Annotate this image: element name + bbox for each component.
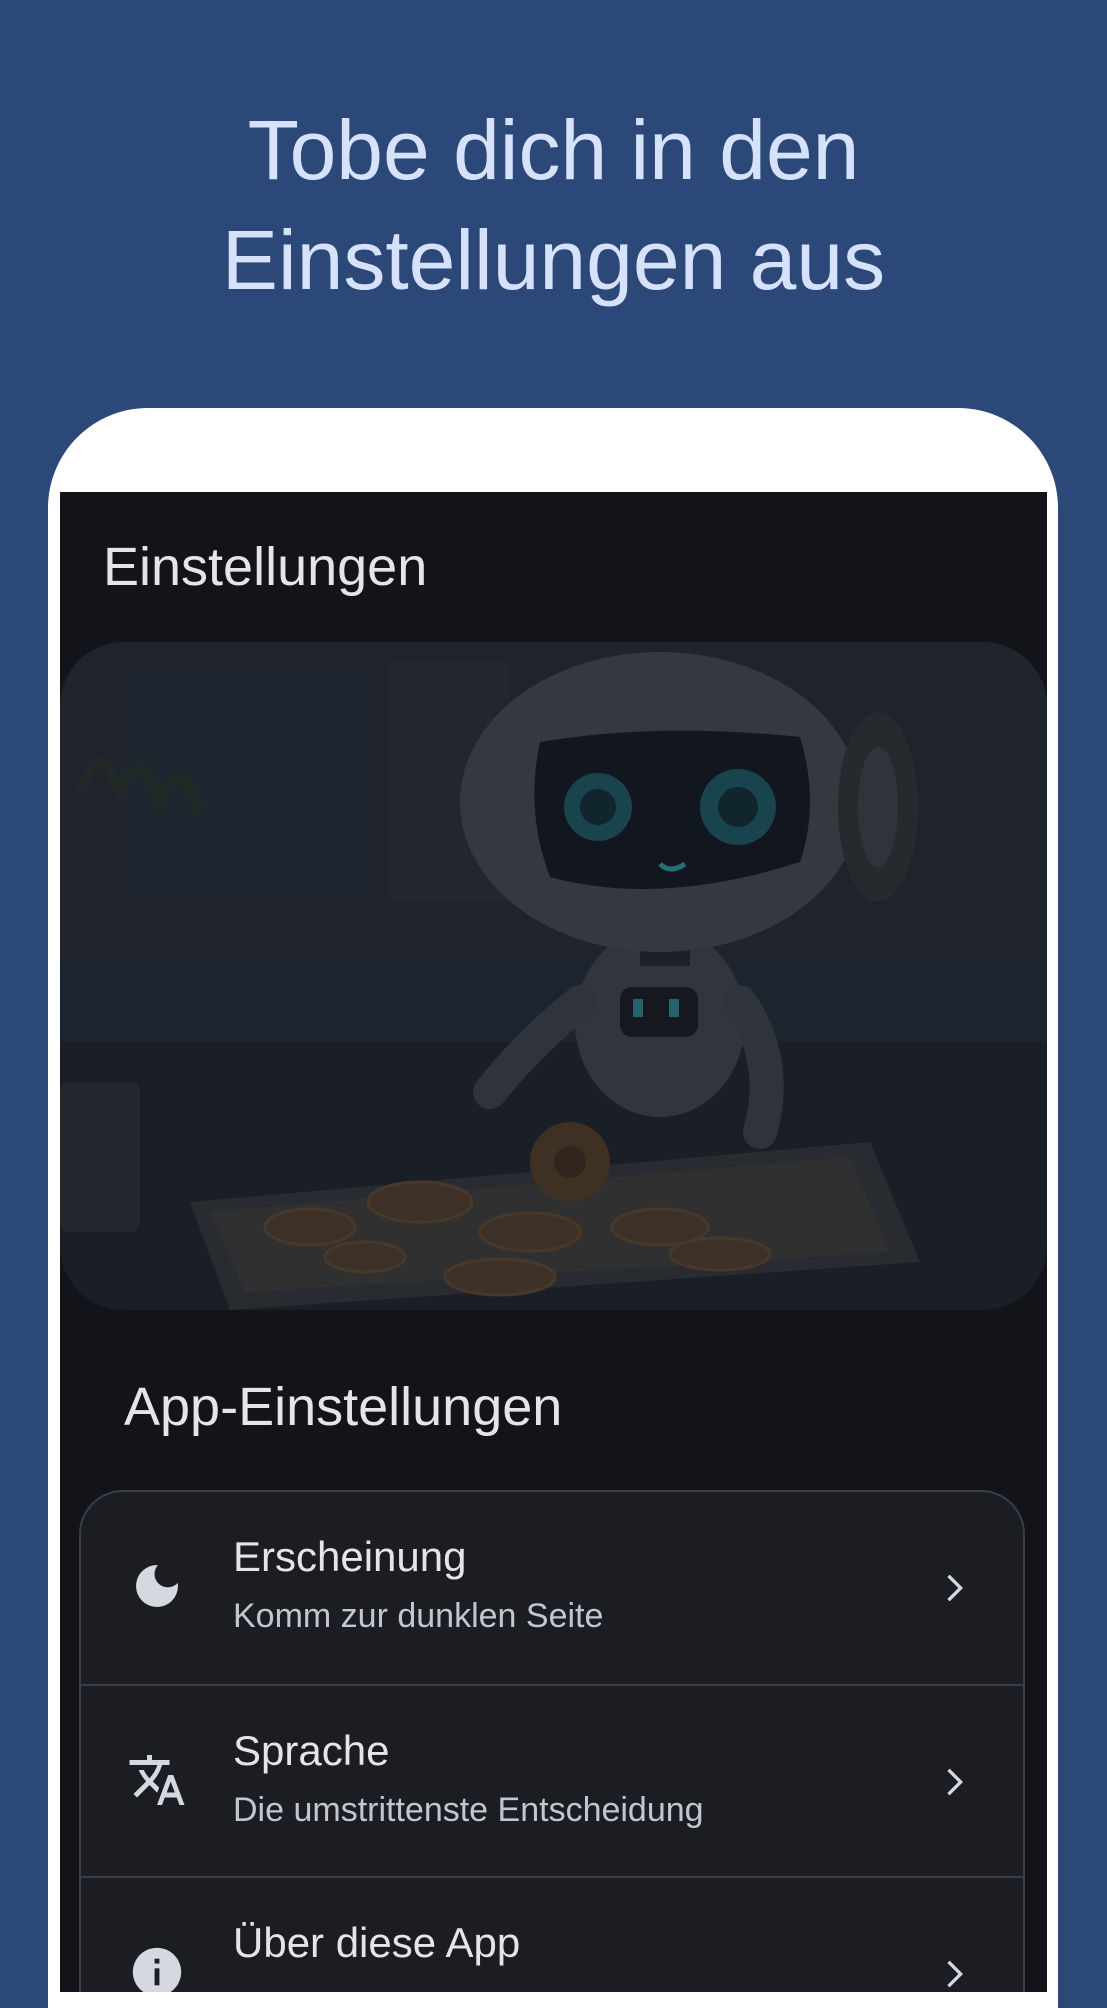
chevron-right-icon xyxy=(947,1960,963,1988)
setting-label: Über diese App xyxy=(233,1919,521,1966)
headline-line-2: Einstellungen aus xyxy=(221,213,886,307)
robot-illustration xyxy=(60,642,1047,1310)
chevron-right-icon xyxy=(947,1574,963,1602)
screen-title: Einstellungen xyxy=(103,537,428,597)
moon-icon xyxy=(127,1556,187,1616)
setting-label: Erscheinung xyxy=(233,1533,467,1580)
chevron-right-icon xyxy=(947,1768,963,1796)
settings-screen: Einstellungen App-Einstellungen Erschein… xyxy=(60,492,1047,1992)
setting-subtitle: Komm zur dunklen Seite xyxy=(233,1597,604,1635)
translate-icon xyxy=(127,1750,187,1810)
promo-headline: Tobe dich in den Einstellungen aus xyxy=(0,95,1107,315)
info-icon xyxy=(127,1942,187,1992)
setting-subtitle: Die umstrittenste Entscheidung xyxy=(233,1791,704,1829)
headline-line-1: Tobe dich in den xyxy=(247,103,860,197)
hero-image xyxy=(60,642,1047,1310)
section-title: App-Einstellungen xyxy=(124,1377,563,1437)
settings-list: Erscheinung Komm zur dunklen Seite Sprac… xyxy=(79,1490,1025,1992)
setting-row-language[interactable]: Sprache Die umstrittenste Entscheidung xyxy=(81,1684,1023,1878)
setting-row-about[interactable]: Über diese App xyxy=(81,1876,1023,1992)
setting-row-appearance[interactable]: Erscheinung Komm zur dunklen Seite xyxy=(81,1492,1023,1684)
setting-label: Sprache xyxy=(233,1727,390,1774)
